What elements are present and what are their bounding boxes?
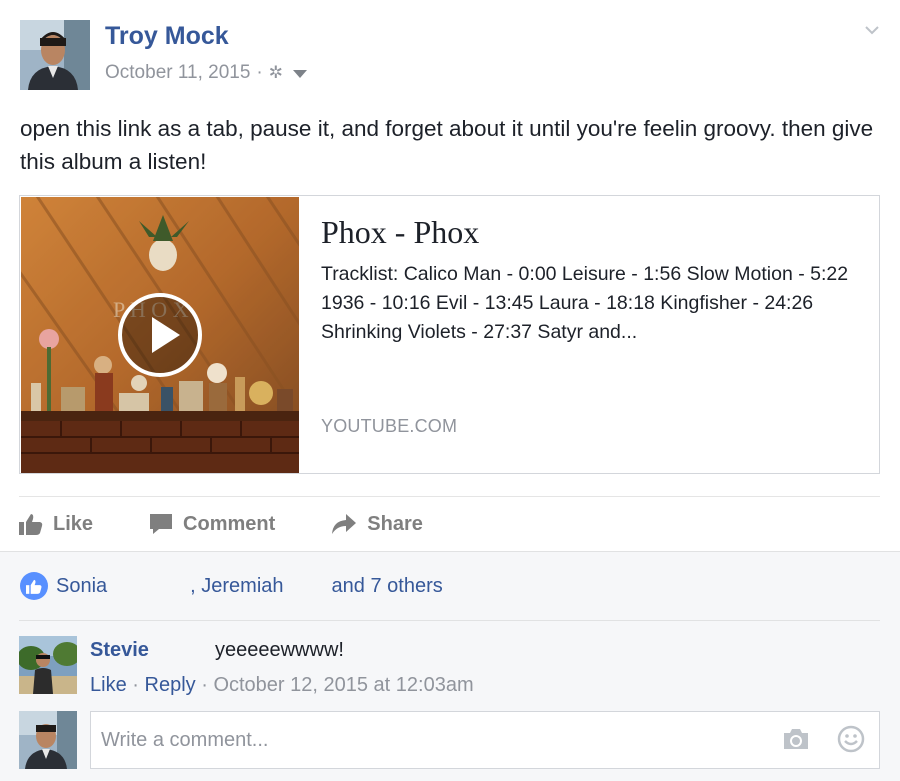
post-meta: October 11, 2015 · ✲ xyxy=(105,62,307,84)
like-label: Like xyxy=(53,512,94,535)
like-badge-icon xyxy=(20,572,48,600)
camera-icon[interactable] xyxy=(782,727,810,751)
post-message: open this link as a tab, pause it, and f… xyxy=(20,116,874,174)
comment-like-link[interactable]: Like xyxy=(90,674,127,696)
video-thumbnail[interactable]: P H O X xyxy=(21,197,299,473)
comment-input[interactable] xyxy=(90,711,880,769)
comment-item: Stevie yeeeeewwww! Like · Reply · Octobe… xyxy=(19,636,880,706)
link-description: Tracklist: Calico Man - 0:00 Leisure - 1… xyxy=(321,263,849,343)
gear-icon[interactable]: ✲ xyxy=(269,63,283,83)
link-source: YOUTUBE.COM xyxy=(321,416,458,436)
viewer-avatar xyxy=(19,711,77,769)
comment-label: Comment xyxy=(183,512,276,535)
smiley-icon[interactable] xyxy=(837,725,865,753)
share-icon xyxy=(332,514,357,534)
feedback-section: Sonia , Jeremiah and 7 others Stevie yee… xyxy=(0,551,900,781)
commenter-avatar[interactable] xyxy=(19,636,77,694)
liker-name[interactable]: , Jeremiah xyxy=(190,575,283,598)
author-name[interactable]: Troy Mock xyxy=(105,22,229,51)
comment-text: yeeeeewwww! xyxy=(215,639,344,661)
meta-separator: · xyxy=(132,674,139,696)
link-preview-card[interactable]: P H O X Phox - Phox Tracklist: Calico Ma… xyxy=(19,195,880,474)
likes-summary: Sonia , Jeremiah and 7 others xyxy=(20,572,443,600)
comment-composer xyxy=(19,711,880,769)
post-date[interactable]: October 11, 2015 xyxy=(105,62,250,84)
caret-down-icon[interactable] xyxy=(293,70,307,78)
post-card: Troy Mock October 11, 2015 · ✲ open this… xyxy=(0,0,900,551)
share-label: Share xyxy=(367,512,423,535)
like-icon xyxy=(19,514,43,535)
chevron-down-icon[interactable] xyxy=(864,22,880,38)
comment-author[interactable]: Stevie xyxy=(90,639,149,662)
likers-others[interactable]: and 7 others xyxy=(332,575,443,598)
liker-name[interactable]: Sonia xyxy=(56,575,107,598)
play-icon[interactable] xyxy=(118,293,202,377)
comment-timestamp[interactable]: October 12, 2015 at 12:03am xyxy=(213,674,473,696)
meta-separator: · xyxy=(256,62,263,83)
link-title[interactable]: Phox - Phox xyxy=(321,214,479,251)
meta-separator: · xyxy=(201,674,208,696)
feedback-divider xyxy=(19,620,880,621)
share-button[interactable]: Share xyxy=(331,513,423,536)
comment-icon xyxy=(150,514,173,534)
comment-button[interactable]: Comment xyxy=(149,513,275,536)
comment-reply-link[interactable]: Reply xyxy=(145,674,196,696)
action-divider xyxy=(19,496,880,497)
comment-meta: Like · Reply · October 12, 2015 at 12:03… xyxy=(90,674,474,697)
post-actions: Like Comment Share xyxy=(19,508,479,540)
like-button[interactable]: Like xyxy=(19,513,93,536)
author-avatar[interactable] xyxy=(20,20,90,90)
